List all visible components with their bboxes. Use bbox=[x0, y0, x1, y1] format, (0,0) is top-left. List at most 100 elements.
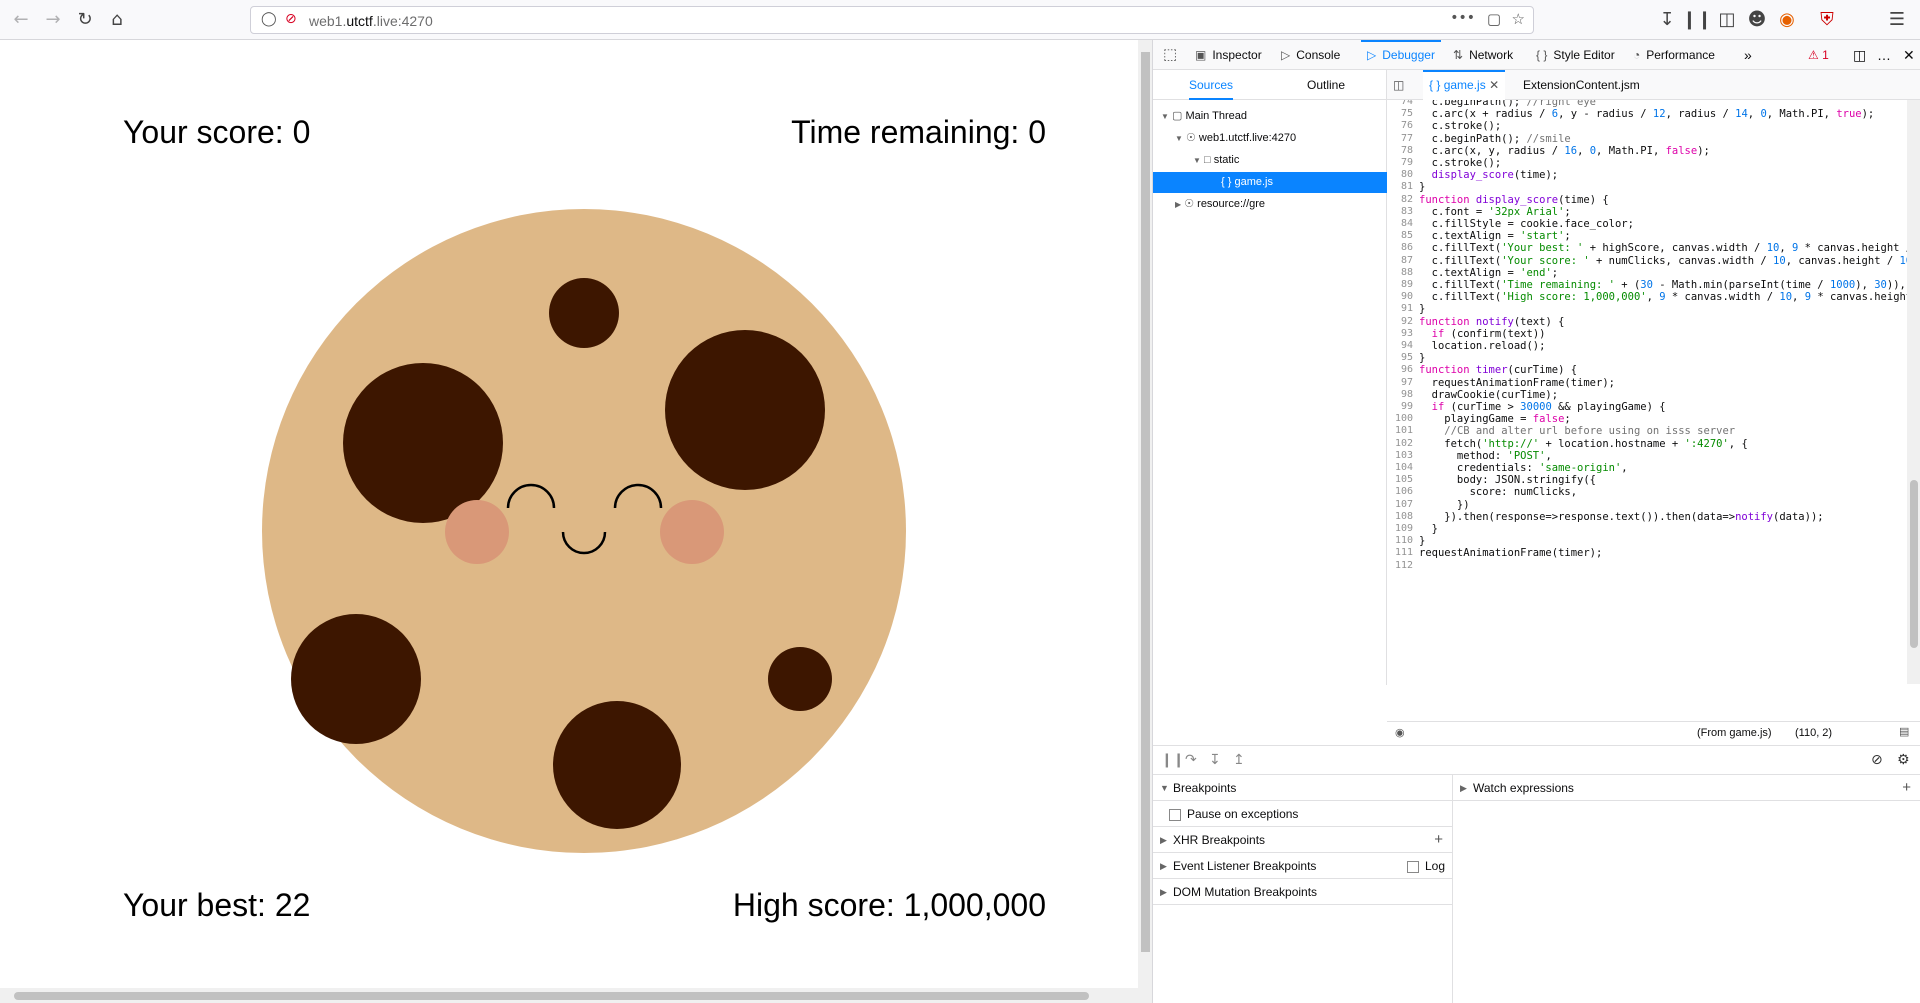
line-number[interactable]: 96 bbox=[1401, 364, 1413, 375]
page-actions-icon[interactable]: ••• bbox=[1450, 10, 1475, 26]
tree-static-folder[interactable]: ▼ □ static bbox=[1153, 150, 1387, 171]
page-horizontal-scrollbar[interactable] bbox=[0, 988, 1138, 1003]
settings-gear-icon[interactable]: ⚙ bbox=[1897, 752, 1910, 768]
shield-icon[interactable]: ◯ bbox=[261, 11, 277, 27]
tab-performance[interactable]: ◔ Performance bbox=[1633, 40, 1715, 70]
page-vertical-scrollbar[interactable] bbox=[1138, 40, 1152, 1003]
library-icon[interactable]: ❙❙ bbox=[1682, 7, 1712, 33]
devtools-menu-icon[interactable]: … bbox=[1877, 40, 1891, 70]
prettify-icon[interactable]: ▤ bbox=[1899, 725, 1909, 738]
tree-main-thread[interactable]: ▼ ▢ Main Thread bbox=[1153, 106, 1387, 127]
element-picker-icon[interactable]: ⬚ bbox=[1163, 40, 1177, 70]
log-checkbox[interactable] bbox=[1406, 860, 1419, 873]
downloads-icon[interactable]: ↧ bbox=[1654, 7, 1680, 33]
bookmark-star-icon[interactable]: ☆ bbox=[1512, 10, 1525, 28]
watch-expressions-header[interactable]: ▶ Watch expressions + bbox=[1453, 775, 1920, 801]
line-number[interactable]: 83 bbox=[1401, 206, 1413, 217]
url-text[interactable]: web1.utctf.live:4270 bbox=[309, 13, 433, 29]
code-scroll-thumb[interactable] bbox=[1910, 480, 1918, 648]
line-number[interactable]: 85 bbox=[1401, 230, 1413, 241]
eye-icon[interactable]: ◉ bbox=[1395, 726, 1405, 739]
line-number[interactable]: 110 bbox=[1395, 535, 1413, 546]
toggle-sources-icon[interactable]: ◫ bbox=[1393, 70, 1404, 100]
add-icon[interactable]: + bbox=[1434, 827, 1443, 853]
code-editor[interactable]: 74 75 76 77 78 79 80 81 82 83 84 85 86 87 88 89 90 91 92 93… bbox=[1387, 100, 1920, 700]
line-number[interactable]: 106 bbox=[1395, 486, 1413, 497]
sidebar-icon[interactable]: ◫ bbox=[1714, 7, 1740, 33]
tab-sources[interactable]: Sources bbox=[1189, 70, 1234, 100]
add-watch-icon[interactable]: + bbox=[1902, 775, 1911, 801]
close-tab-icon[interactable]: ✕ bbox=[1489, 78, 1499, 92]
line-number[interactable]: 102 bbox=[1395, 438, 1413, 449]
line-number[interactable]: 80 bbox=[1401, 169, 1413, 180]
close-devtools-icon[interactable]: ✕ bbox=[1903, 40, 1915, 70]
pause-on-exceptions[interactable]: Pause on exceptions bbox=[1153, 801, 1453, 827]
pocket-icon[interactable]: ▢ bbox=[1487, 10, 1501, 28]
tree-resource[interactable]: ▶ ☉ resource://gre bbox=[1153, 194, 1387, 215]
error-counter[interactable]: ⚠ 1 bbox=[1808, 40, 1829, 70]
breakpoints-header[interactable]: ▼ Breakpoints bbox=[1153, 775, 1453, 801]
line-number[interactable]: 97 bbox=[1401, 377, 1413, 388]
line-number[interactable]: 100 bbox=[1395, 413, 1413, 424]
line-number[interactable]: 77 bbox=[1401, 133, 1413, 144]
deactivate-breakpoints-icon[interactable]: ⊘ bbox=[1871, 752, 1883, 768]
tab-network[interactable]: ⇅ Network bbox=[1453, 40, 1513, 70]
url-bar[interactable]: ◯ ⊘ web1.utctf.live:4270 ••• ▢ ☆ bbox=[250, 6, 1534, 34]
event-listener-header[interactable]: ▶ Event Listener Breakpoints Log bbox=[1153, 853, 1453, 879]
step-over-icon[interactable]: ↷ bbox=[1185, 752, 1197, 768]
line-number[interactable]: 101 bbox=[1395, 425, 1413, 436]
line-number[interactable]: 99 bbox=[1401, 401, 1413, 412]
line-number[interactable]: 94 bbox=[1401, 340, 1413, 351]
line-number[interactable]: 107 bbox=[1395, 499, 1413, 510]
extension-icon[interactable]: ◉ bbox=[1774, 7, 1800, 33]
line-number[interactable]: 109 bbox=[1395, 523, 1413, 534]
account-icon[interactable]: ☻ bbox=[1744, 7, 1770, 33]
page-vertical-scroll-thumb[interactable] bbox=[1141, 52, 1150, 952]
more-tabs-icon[interactable]: » bbox=[1744, 40, 1752, 70]
line-gutter[interactable]: 74 75 76 77 78 79 80 81 82 83 84 85 86 87 88 89 90 91 92 93… bbox=[1387, 100, 1417, 700]
tab-inspector[interactable]: ▣ Inspector bbox=[1195, 40, 1262, 70]
tree-host[interactable]: ▼ ☉ web1.utctf.live:4270 bbox=[1153, 128, 1387, 149]
page-horizontal-scroll-thumb[interactable] bbox=[14, 992, 1089, 1000]
line-number[interactable]: 111 bbox=[1395, 547, 1413, 558]
line-number[interactable]: 78 bbox=[1401, 145, 1413, 156]
dock-icon[interactable]: ◫ bbox=[1853, 40, 1866, 70]
line-number[interactable]: 86 bbox=[1401, 242, 1413, 253]
line-number[interactable]: 90 bbox=[1401, 291, 1413, 302]
line-number[interactable]: 95 bbox=[1401, 352, 1413, 363]
ublock-icon[interactable]: ⛨ bbox=[1814, 7, 1840, 33]
line-number[interactable]: 104 bbox=[1395, 462, 1413, 473]
editor-tab-extension[interactable]: ExtensionContent.jsm bbox=[1523, 70, 1640, 100]
line-number[interactable]: 74 bbox=[1401, 100, 1413, 107]
pause-icon[interactable]: ❙❙ bbox=[1161, 752, 1184, 768]
line-number[interactable]: 81 bbox=[1401, 181, 1413, 192]
line-number[interactable]: 89 bbox=[1401, 279, 1413, 290]
insecure-lock-icon[interactable]: ⊘ bbox=[285, 11, 297, 27]
pause-exceptions-checkbox[interactable] bbox=[1169, 808, 1181, 821]
line-number[interactable]: 88 bbox=[1401, 267, 1413, 278]
line-number[interactable]: 112 bbox=[1395, 560, 1413, 571]
home-icon[interactable]: ⌂ bbox=[104, 7, 130, 33]
reload-icon[interactable]: ↻ bbox=[72, 7, 98, 33]
log-toggle[interactable]: Log bbox=[1406, 853, 1445, 879]
tree-game-js[interactable]: { } game.js bbox=[1153, 172, 1387, 193]
menu-icon[interactable]: ☰ bbox=[1884, 7, 1910, 33]
line-number[interactable]: 82 bbox=[1401, 194, 1413, 205]
line-number[interactable]: 79 bbox=[1401, 157, 1413, 168]
tab-console[interactable]: ▷ Console bbox=[1281, 40, 1340, 70]
line-number[interactable]: 98 bbox=[1401, 389, 1413, 400]
line-number[interactable]: 76 bbox=[1401, 120, 1413, 131]
xhr-breakpoints-header[interactable]: ▶ XHR Breakpoints + bbox=[1153, 827, 1453, 853]
line-number[interactable]: 105 bbox=[1395, 474, 1413, 485]
step-out-icon[interactable]: ↥ bbox=[1233, 752, 1245, 768]
line-number[interactable]: 91 bbox=[1401, 303, 1413, 314]
tab-outline[interactable]: Outline bbox=[1307, 70, 1345, 100]
line-number[interactable]: 75 bbox=[1401, 108, 1413, 119]
editor-tab-game-js[interactable]: { } game.js ✕ bbox=[1423, 70, 1506, 100]
line-number[interactable]: 108 bbox=[1395, 511, 1413, 522]
step-in-icon[interactable]: ↧ bbox=[1209, 752, 1221, 768]
tab-debugger[interactable]: ▷ Debugger bbox=[1361, 40, 1441, 70]
code-vertical-scrollbar[interactable] bbox=[1907, 100, 1920, 684]
line-number[interactable]: 87 bbox=[1401, 255, 1413, 266]
line-number[interactable]: 93 bbox=[1401, 328, 1413, 339]
